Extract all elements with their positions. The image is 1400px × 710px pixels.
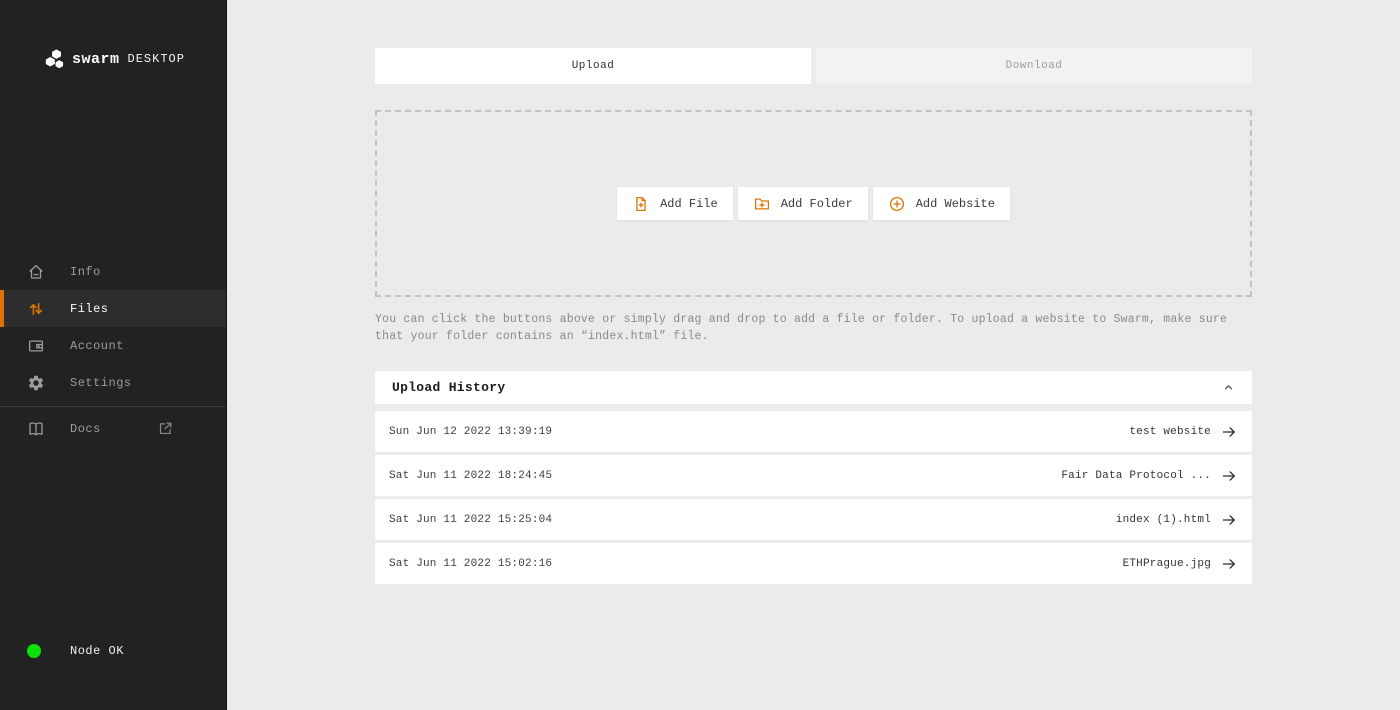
sidebar-item-label: Info (70, 265, 101, 279)
sidebar: swarm DESKTOP Info (0, 0, 227, 710)
sidebar-divider (0, 406, 226, 407)
wallet-icon (27, 337, 45, 355)
circle-plus-icon (888, 195, 906, 213)
upload-history-title: Upload History (392, 380, 505, 395)
external-link-icon (157, 420, 174, 437)
history-row[interactable]: Sat Jun 11 2022 18:24:45 Fair Data Proto… (375, 455, 1252, 496)
main-panel: Upload Download Add File (227, 0, 1400, 710)
node-status-label: Node OK (70, 644, 124, 658)
sidebar-item-label: Docs (70, 422, 101, 436)
history-timestamp: Sat Jun 11 2022 18:24:45 (389, 470, 552, 482)
upload-history-header[interactable]: Upload History (375, 371, 1252, 404)
arrows-up-down-icon (27, 300, 45, 318)
chevron-up-icon (1222, 381, 1235, 394)
arrow-right-icon[interactable] (1220, 467, 1238, 485)
sidebar-item-account[interactable]: Account (0, 327, 226, 364)
arrow-right-icon[interactable] (1220, 423, 1238, 441)
tab-label: Download (1006, 60, 1063, 72)
add-file-button[interactable]: Add File (617, 187, 733, 220)
history-row[interactable]: Sun Jun 12 2022 13:39:19 test website (375, 411, 1252, 452)
swarm-hexagons-icon (44, 48, 66, 70)
history-row[interactable]: Sat Jun 11 2022 15:02:16 ETHPrague.jpg (375, 543, 1252, 584)
history-row[interactable]: Sat Jun 11 2022 15:25:04 index (1).html (375, 499, 1252, 540)
gear-icon (27, 374, 45, 392)
add-folder-label: Add Folder (781, 197, 853, 211)
add-website-button[interactable]: Add Website (873, 187, 1010, 220)
add-file-label: Add File (660, 197, 718, 211)
brand-suffix: DESKTOP (128, 52, 185, 66)
home-icon (27, 263, 45, 281)
mode-tabs: Upload Download (375, 48, 1252, 84)
history-filename: index (1).html (1116, 514, 1211, 526)
sidebar-item-settings[interactable]: Settings (0, 364, 226, 401)
history-filename: test website (1129, 426, 1211, 438)
sidebar-item-label: Files (70, 302, 109, 316)
history-timestamp: Sun Jun 12 2022 13:39:19 (389, 426, 552, 438)
tab-upload[interactable]: Upload (375, 48, 811, 84)
sidebar-item-label: Account (70, 339, 124, 353)
dropzone-help-text: You can click the buttons above or simpl… (375, 312, 1252, 345)
arrow-right-icon[interactable] (1220, 511, 1238, 529)
sidebar-item-info[interactable]: Info (0, 253, 226, 290)
file-plus-icon (632, 195, 650, 213)
file-dropzone[interactable]: Add File Add Folder (375, 110, 1252, 297)
upload-history-list: Sun Jun 12 2022 13:39:19 test website Sa… (375, 411, 1252, 584)
sidebar-nav: Info Files (0, 253, 226, 447)
node-status: Node OK (27, 644, 124, 658)
swarm-logo: swarm DESKTOP (44, 48, 185, 70)
history-filename: Fair Data Protocol ... (1061, 470, 1211, 482)
history-timestamp: Sat Jun 11 2022 15:02:16 (389, 558, 552, 570)
tab-label: Upload (572, 60, 615, 72)
brand-name: swarm (72, 51, 120, 68)
app-window: swarm DESKTOP Info (0, 0, 1400, 710)
sidebar-item-files[interactable]: Files (0, 290, 226, 327)
tab-download[interactable]: Download (816, 48, 1252, 84)
add-website-label: Add Website (916, 197, 995, 211)
arrow-right-icon[interactable] (1220, 555, 1238, 573)
upload-history-section: Upload History Sun Jun 12 2022 13:39:19 … (375, 371, 1252, 584)
history-timestamp: Sat Jun 11 2022 15:25:04 (389, 514, 552, 526)
book-icon (27, 420, 45, 438)
folder-plus-icon (753, 195, 771, 213)
sidebar-item-label: Settings (70, 376, 132, 390)
status-dot-icon (27, 644, 41, 658)
sidebar-item-docs[interactable]: Docs (0, 410, 226, 447)
add-folder-button[interactable]: Add Folder (738, 187, 868, 220)
history-filename: ETHPrague.jpg (1123, 558, 1211, 570)
